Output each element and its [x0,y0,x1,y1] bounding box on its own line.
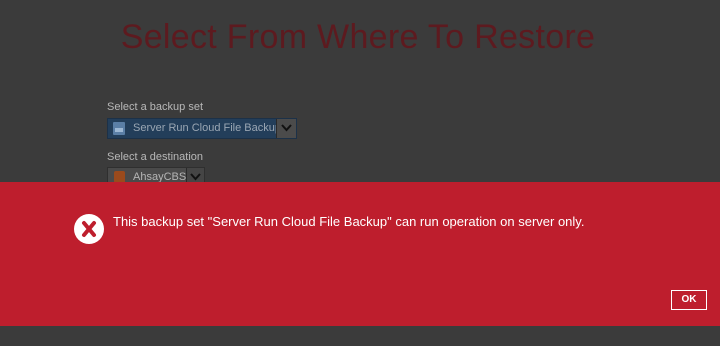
ok-button[interactable]: OK [671,290,707,310]
page-title: Select From Where To Restore [120,18,596,56]
backup-set-selected-value: Server Run Cloud File Backup [133,122,281,134]
chevron-down-icon [281,124,292,132]
bottom-strip [0,326,720,346]
backup-set-label: Select a backup set [107,101,204,113]
destination-label: Select a destination [107,151,204,163]
backup-set-select[interactable]: Server Run Cloud File Backup [107,118,297,139]
restore-screen: Select From Where To Restore Select a ba… [0,0,720,346]
error-x-icon [74,214,104,244]
chevron-down-icon [190,173,201,181]
error-dialog: This backup set "Server Run Cloud File B… [0,182,720,326]
backup-set-dropdown-button[interactable] [276,119,296,138]
backup-set-icon [113,122,125,135]
error-message: This backup set "Server Run Cloud File B… [113,214,585,229]
